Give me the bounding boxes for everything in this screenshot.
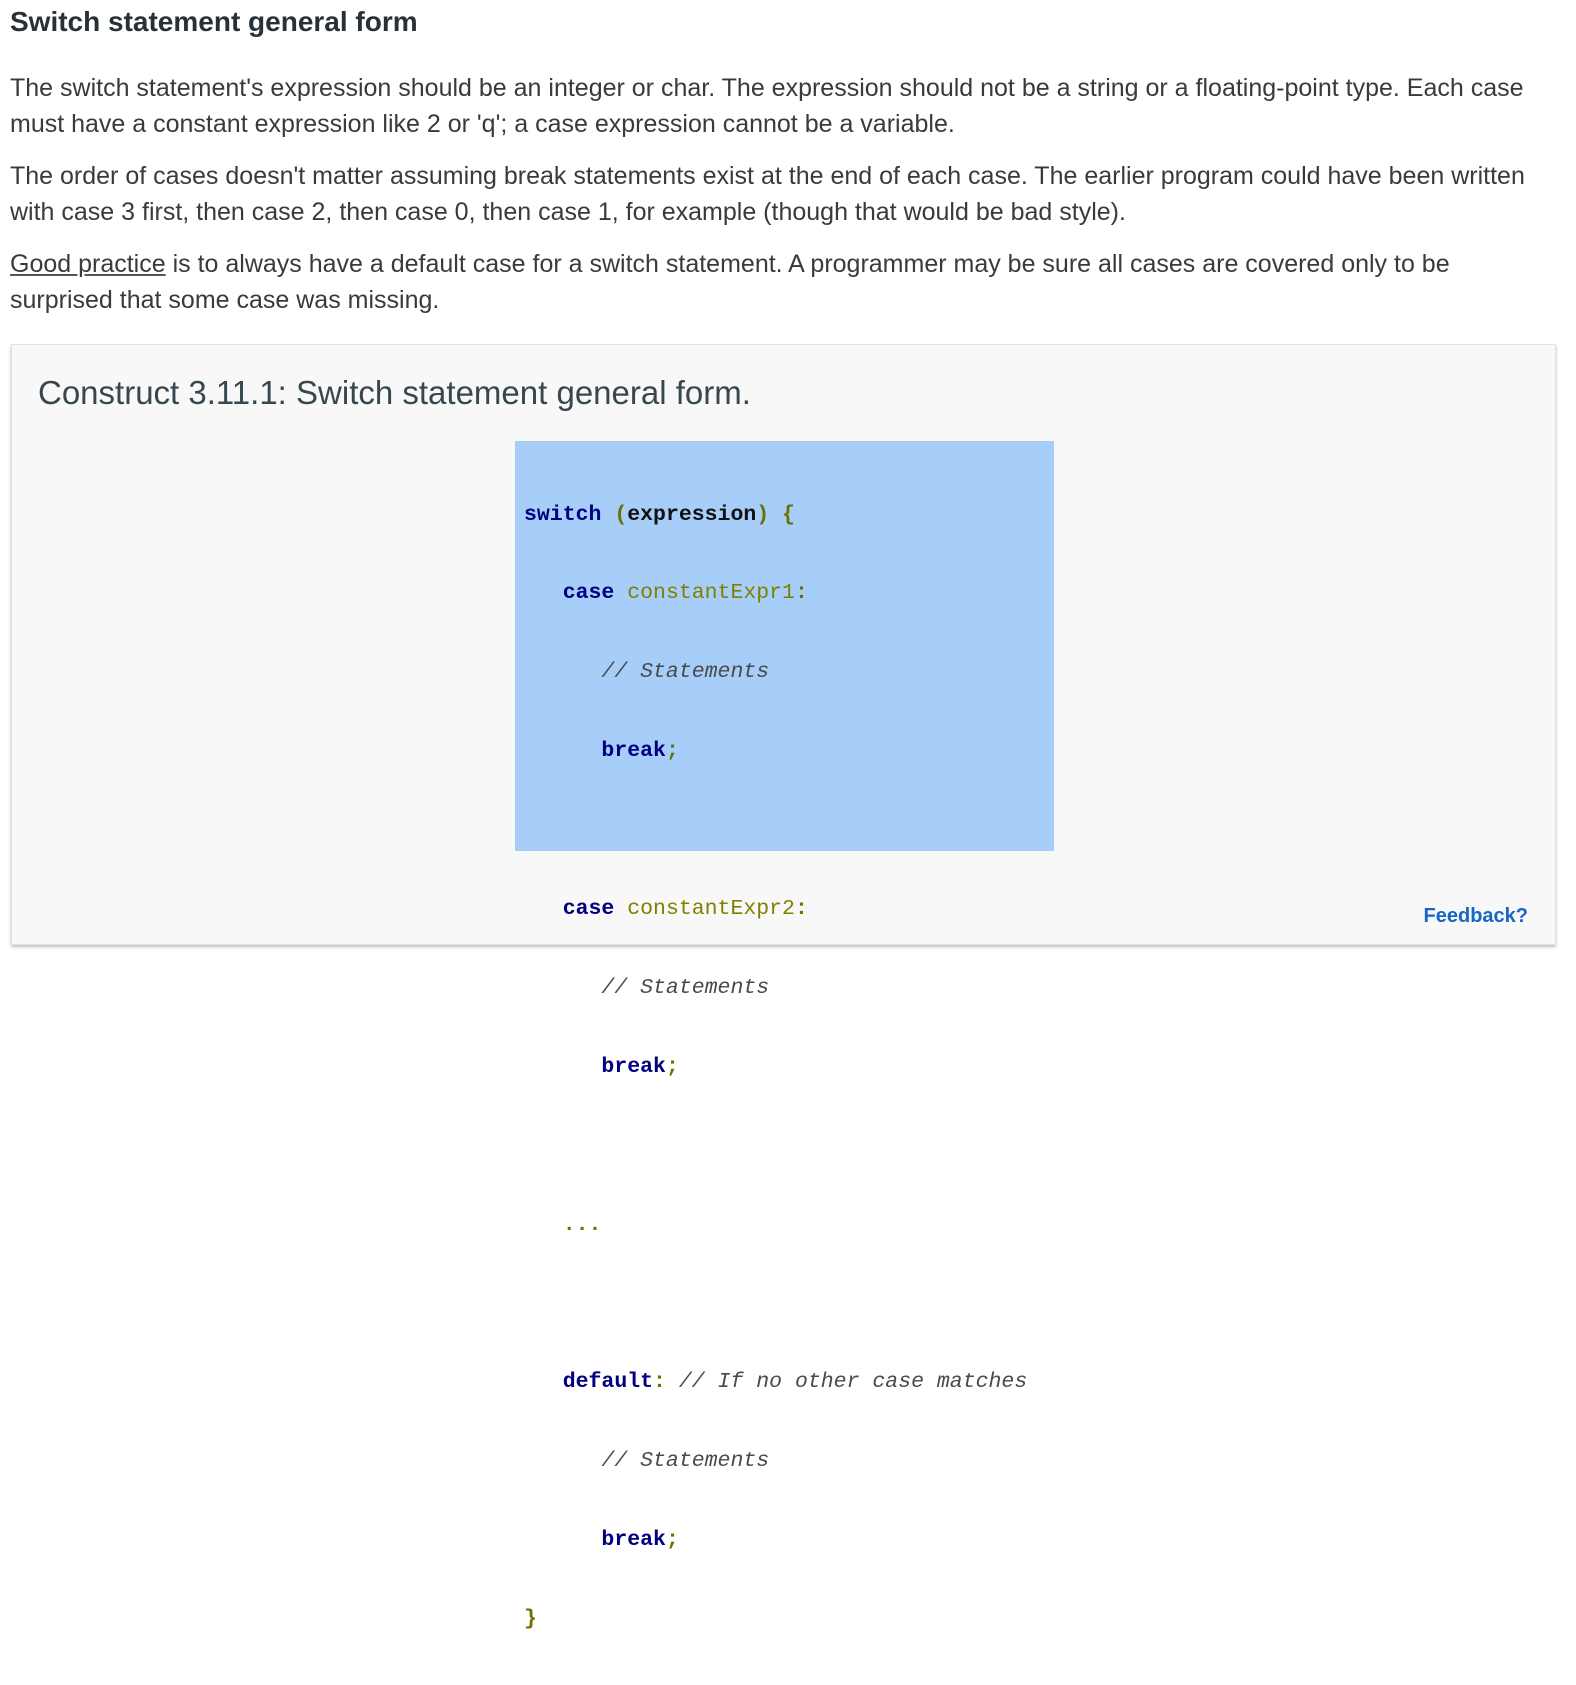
code-comment: // Statements — [601, 660, 770, 685]
construct-box: Construct 3.11.1: Switch statement gener… — [11, 344, 1556, 1631]
code-keyword: break — [601, 1528, 666, 1553]
code-keyword: case — [562, 581, 615, 606]
code-placeholder: constantExpr2 — [627, 897, 795, 922]
code-keyword: switch — [524, 502, 602, 527]
code-punct: ; — [665, 1054, 679, 1079]
paragraph-case-order: The order of cases doesn't matter assumi… — [10, 162, 1525, 226]
code-comment: // If no other case matches — [678, 1370, 1028, 1395]
feedback-link[interactable]: Feedback? — [1424, 905, 1528, 928]
code-placeholder: constantExpr1 — [627, 581, 795, 606]
paragraph-good-practice: Good practice is to always have a defaul… — [10, 246, 1558, 318]
code-identifier: expression — [627, 502, 757, 527]
code-keyword: break — [601, 739, 666, 764]
code-line: } — [524, 1606, 1054, 1632]
good-practice-link[interactable]: Good practice — [10, 250, 166, 278]
code-line: // Statements — [524, 975, 1054, 1001]
code-ellipsis: ... — [562, 1212, 602, 1237]
paragraph-expression-rules: The switch statement's expression should… — [10, 74, 1524, 138]
code-line: // Statements — [524, 1448, 1054, 1474]
code-punct: ; — [665, 739, 679, 764]
code-punct: ; — [665, 1528, 679, 1553]
code-punct: : — [794, 897, 808, 922]
code-punct: : — [653, 1370, 666, 1395]
code-comment: // Statements — [601, 975, 770, 1000]
code-keyword: default — [562, 1370, 654, 1395]
code-line: // Statements — [524, 659, 1054, 685]
code-line: case constantExpr1: — [524, 580, 1054, 606]
good-practice-text: is to always have a default case for a s… — [10, 250, 1450, 314]
code-punct: ( — [601, 502, 628, 527]
code-line: break; — [524, 1054, 1054, 1080]
section-title: Switch statement general form — [10, 6, 418, 37]
code-line: switch (expression) { — [524, 502, 1054, 528]
code-line: ... — [524, 1212, 1054, 1238]
code-line: default: // If no other case matches — [524, 1369, 1054, 1395]
code-line: break; — [524, 1527, 1054, 1553]
code-block: switch (expression) { case constantExpr1… — [515, 441, 1054, 1631]
code-punct: } — [524, 1607, 537, 1632]
code-punct: : — [794, 581, 808, 606]
code-line: break; — [524, 738, 1054, 764]
code-line: case constantExpr2: — [524, 896, 1054, 922]
code-keyword: case — [562, 897, 615, 922]
page-content: Switch statement general form The switch… — [10, 0, 1558, 314]
construct-title: Construct 3.11.1: Switch statement gener… — [38, 374, 751, 411]
code-punct: ) { — [756, 502, 795, 527]
code-keyword: break — [601, 1054, 666, 1079]
code-comment: // Statements — [601, 1449, 770, 1474]
